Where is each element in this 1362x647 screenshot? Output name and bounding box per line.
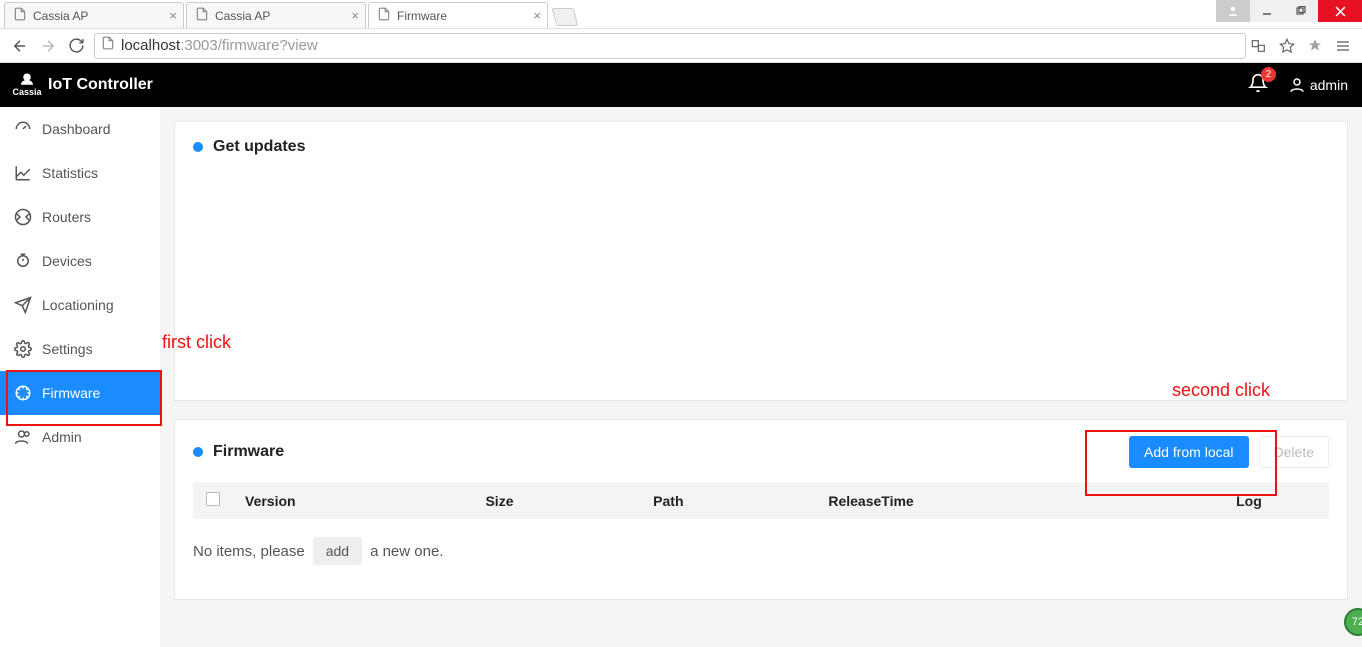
sidebar-item-settings[interactable]: Settings [0,327,160,371]
sidebar-item-label: Routers [42,209,91,225]
add-from-local-button[interactable]: Add from local [1129,436,1248,468]
address-bar-row: localhost:3003/firmware?view [0,28,1362,62]
bullet-icon [193,142,203,152]
sidebar-item-label: Devices [42,253,92,269]
tab-label: Cassia AP [215,9,270,23]
app-body: Dashboard Statistics Routers Devices Loc… [0,107,1362,647]
firmware-panel: Firmware Add from local Delete Version S… [174,419,1348,600]
window-maximize-button[interactable] [1284,0,1318,22]
tab-label: Firmware [397,9,447,23]
browser-tab[interactable]: Firmware × [368,2,548,28]
notifications-button[interactable]: 2 [1248,73,1268,98]
chrome-user-button[interactable] [1216,0,1250,22]
browser-chrome: Cassia AP × Cassia AP × Firmware × [0,0,1362,63]
brand-logo-icon: Cassia [14,72,40,98]
notification-badge: 2 [1261,67,1276,82]
app-header: Cassia IoT Controller 2 admin [0,63,1362,107]
extension-icon[interactable] [1306,37,1324,55]
bookmark-icon[interactable] [1278,37,1296,55]
add-button[interactable]: add [313,537,362,565]
sidebar-item-label: Settings [42,341,93,357]
sidebar-item-locationing[interactable]: Locationing [0,283,160,327]
reload-button[interactable] [62,32,90,60]
sidebar-item-firmware[interactable]: Firmware [0,371,160,415]
panel-head: Firmware Add from local Delete [193,436,1329,468]
panel-title: Get updates [193,138,1329,156]
sidebar-item-label: Dashboard [42,121,111,137]
tab-label: Cassia AP [33,9,88,23]
sidebar-item-dashboard[interactable]: Dashboard [0,107,160,151]
user-name: admin [1310,77,1348,93]
select-all-checkbox[interactable] [206,492,220,506]
menu-icon[interactable] [1334,37,1352,55]
user-menu[interactable]: admin [1288,76,1348,94]
col-log: Log [1169,482,1329,519]
file-icon [377,7,391,24]
sidebar-item-routers[interactable]: Routers [0,195,160,239]
main-content: Get updates Firmware Add from local Dele… [160,107,1362,647]
get-updates-panel: Get updates [174,121,1348,401]
forward-button[interactable] [34,32,62,60]
brand: Cassia IoT Controller [14,72,153,98]
app-title: IoT Controller [48,76,153,94]
url-text: localhost:3003/firmware?view [121,37,318,54]
tab-close-icon[interactable]: × [169,8,177,23]
col-releasetime: ReleaseTime [816,482,1169,519]
browser-tabs: Cassia AP × Cassia AP × Firmware × [0,0,1362,28]
col-size: Size [473,482,641,519]
tab-close-icon[interactable]: × [533,8,541,23]
new-tab-button[interactable] [552,8,579,26]
sidebar: Dashboard Statistics Routers Devices Loc… [0,107,160,647]
empty-state: No items, please add a new one. [193,519,1329,583]
firmware-table: Version Size Path ReleaseTime Log [193,482,1329,519]
tab-close-icon[interactable]: × [351,8,359,23]
sidebar-item-statistics[interactable]: Statistics [0,151,160,195]
bullet-icon [193,447,203,457]
address-bar-icons [1250,37,1356,55]
browser-tab[interactable]: Cassia AP × [4,2,184,28]
sidebar-item-label: Admin [42,429,82,445]
sidebar-item-label: Firmware [42,385,100,401]
header-right: 2 admin [1248,73,1348,98]
back-button[interactable] [6,32,34,60]
col-version: Version [233,482,473,519]
panel-actions: Add from local Delete [1129,436,1329,468]
sidebar-item-label: Locationing [42,297,114,313]
browser-tab[interactable]: Cassia AP × [186,2,366,28]
sidebar-item-label: Statistics [42,165,98,181]
sidebar-item-devices[interactable]: Devices [0,239,160,283]
window-close-button[interactable] [1318,0,1362,22]
col-path: Path [641,482,816,519]
translate-icon[interactable] [1250,37,1268,55]
file-icon [13,7,27,24]
url-input[interactable]: localhost:3003/firmware?view [94,33,1246,59]
window-controls [1216,0,1362,22]
panel-title: Firmware [193,443,284,461]
delete-button[interactable]: Delete [1259,436,1329,468]
sidebar-item-admin[interactable]: Admin [0,415,160,459]
page-icon [101,36,115,55]
window-minimize-button[interactable] [1250,0,1284,22]
file-icon [195,7,209,24]
